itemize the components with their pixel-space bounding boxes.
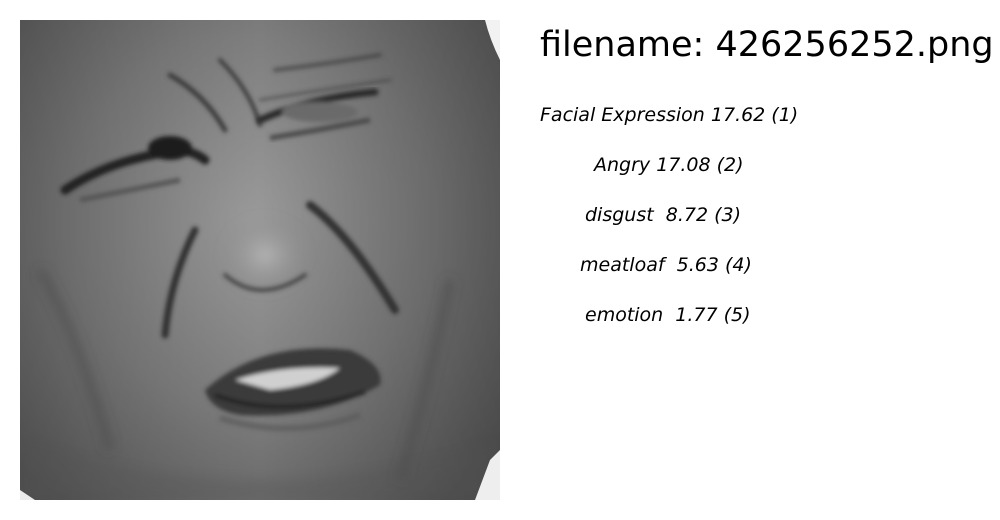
- prediction-item-4: meatloaf 5.63 (4): [580, 254, 752, 276]
- prediction-item-1: Facial Expression 17.62 (1): [540, 104, 799, 126]
- face-image: [20, 20, 500, 500]
- page: filename: 426256252.png Facial Expressio…: [0, 0, 1000, 520]
- prediction-item-2: Angry 17.08 (2): [594, 154, 744, 176]
- filename-title: filename: 426256252.png: [540, 25, 994, 65]
- prediction-item-3: disgust 8.72 (3): [585, 204, 742, 226]
- prediction-item-5: emotion 1.77 (5): [585, 304, 751, 326]
